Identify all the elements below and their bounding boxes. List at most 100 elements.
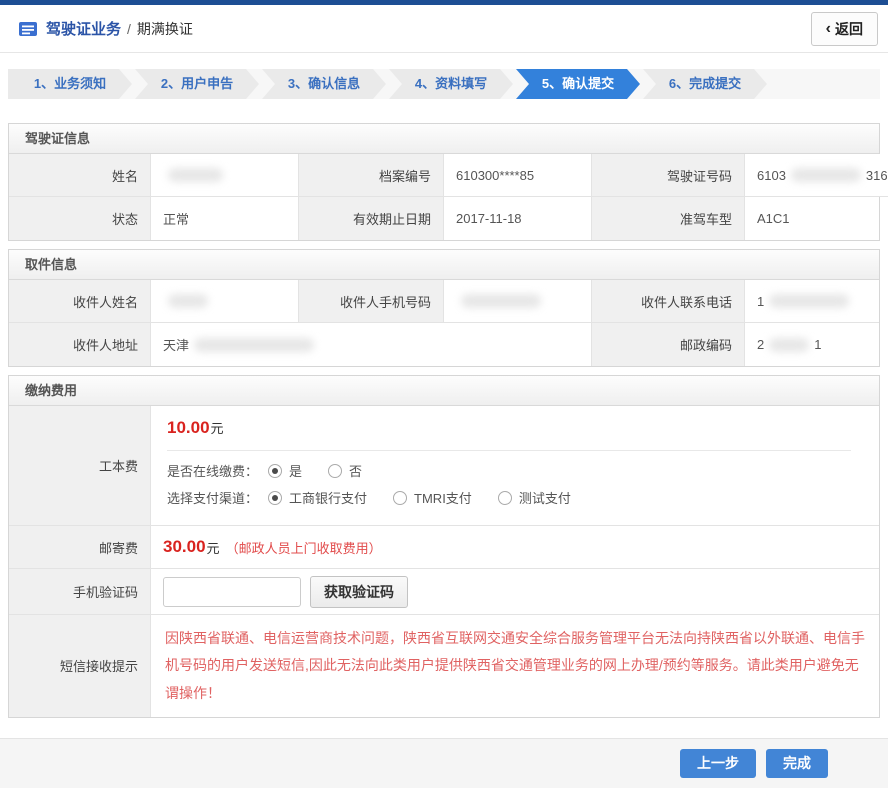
license-card-icon [18,21,38,37]
back-button-label: 返回 [835,19,863,39]
sms-notice-text: 因陕西省联通、电信运营商技术问题，陕西省互联网交通安全综合服务管理平台无法向持陕… [165,625,865,707]
production-fee-cell: 10.00元 是否在线缴费： 是 否 选择支付渠道： 工商银行支付 [151,406,879,526]
channel-test-label: 测试支付 [519,488,571,507]
postcode-suffix: 1 [814,337,821,352]
address-label: 收件人地址 [9,323,151,366]
license-no-value: 6103 3163X [745,154,888,197]
postcode-value: 2 1 [745,323,879,366]
production-fee-amount: 10.00 [167,418,210,437]
step-1-tab[interactable]: 1、业务须知 [8,69,132,99]
postcode-prefix: 2 [757,337,764,352]
step-2-tab[interactable]: 2、用户申告 [135,69,259,99]
radio-unchecked-icon[interactable] [328,464,342,478]
license-no-prefix: 6103 [757,168,786,183]
postcode-label: 邮政编码 [592,323,745,366]
finish-button[interactable]: 完成 [766,749,828,778]
channel-icbc-option[interactable]: 工商银行支付 [268,488,367,507]
channel-test-option[interactable]: 测试支付 [498,488,571,507]
channel-tmri-option[interactable]: TMRI支付 [393,488,472,507]
redacted-recipient-mobile [461,294,541,308]
license-no-suffix: 3163X [866,168,888,183]
recipient-phone-value: 1 [745,280,879,323]
redacted-name [168,168,223,182]
page-header: 驾驶证业务 / 期满换证 ‹ 返回 [0,5,888,53]
step-3-label: 3、确认信息 [288,76,360,91]
redacted-postcode [769,338,809,352]
step-wizard: 1、业务须知 2、用户申告 3、确认信息 4、资料填写 5、确认提交 6、完成提… [8,69,880,99]
sms-notice-cell: 因陕西省联通、电信运营商技术问题，陕西省互联网交通安全综合服务管理平台无法向持陕… [151,615,879,717]
production-fee-label: 工本费 [9,406,151,526]
fee-section-title: 缴纳费用 [9,376,879,406]
sms-code-label: 手机验证码 [9,569,151,615]
valid-until-value: 2017-11-18 [444,197,592,240]
recipient-mobile-value [444,280,592,323]
step-6-label: 6、完成提交 [669,76,741,91]
address-prefix: 天津 [163,335,189,354]
status-label: 状态 [9,197,151,240]
redacted-recipient-phone [769,294,849,308]
recipient-mobile-label: 收件人手机号码 [299,280,444,323]
step-4-tab[interactable]: 4、资料填写 [389,69,513,99]
online-pay-yes-option[interactable]: 是 [268,461,302,480]
sms-code-cell: 获取验证码 [151,569,879,615]
mail-fee-unit: 元 [207,538,220,557]
address-value: 天津 [151,323,592,366]
fee-divider [167,450,851,451]
archive-no-value: 610300****85 [444,154,592,197]
redacted-license-no [791,168,861,182]
radio-unchecked-icon[interactable] [393,491,407,505]
radio-unchecked-icon[interactable] [498,491,512,505]
redacted-recipient-name [168,294,208,308]
redacted-address [194,338,314,352]
license-section-title: 驾驶证信息 [9,124,879,154]
archive-no-label: 档案编号 [299,154,444,197]
pay-channel-row: 选择支付渠道： 工商银行支付 TMRI支付 测试支付 [167,488,879,507]
step-2-label: 2、用户申告 [161,76,233,91]
production-fee-amount-line: 10.00元 [167,418,879,438]
breadcrumb-current: 期满换证 [137,19,193,39]
online-pay-no-label: 否 [349,461,362,480]
online-pay-question-row: 是否在线缴费： 是 否 [167,461,879,480]
mail-fee-label: 邮寄费 [9,526,151,569]
recipient-phone-prefix: 1 [757,294,764,309]
previous-step-button[interactable]: 上一步 [680,749,756,778]
step-4-label: 4、资料填写 [415,76,487,91]
mail-fee-note: （邮政人员上门收取费用） [226,538,382,557]
step-3-tab[interactable]: 3、确认信息 [262,69,386,99]
vehicle-class-label: 准驾车型 [592,197,745,240]
fee-section: 缴纳费用 工本费 10.00元 是否在线缴费： 是 否 选择支付渠道： [8,375,880,718]
status-value: 正常 [151,197,299,240]
step-6-tab[interactable]: 6、完成提交 [643,69,767,99]
name-label: 姓名 [9,154,151,197]
radio-checked-icon[interactable] [268,491,282,505]
online-pay-question-label: 是否在线缴费： [167,461,258,480]
step-5-tab-active[interactable]: 5、确认提交 [516,69,640,99]
name-value [151,154,299,197]
valid-until-label: 有效期止日期 [299,197,444,240]
breadcrumb-separator: / [127,21,131,37]
pickup-section-title: 取件信息 [9,250,879,280]
back-button[interactable]: ‹ 返回 [811,12,878,46]
footer-action-bar: 上一步 完成 [0,738,888,788]
channel-tmri-label: TMRI支付 [414,488,472,507]
pay-channel-label: 选择支付渠道： [167,488,258,507]
online-pay-no-option[interactable]: 否 [328,461,362,480]
get-sms-code-button[interactable]: 获取验证码 [310,576,408,608]
pickup-info-section: 取件信息 收件人姓名 收件人手机号码 收件人联系电话 1 收件人地址 天津 邮政… [8,249,880,367]
step-1-label: 1、业务须知 [34,76,106,91]
channel-icbc-label: 工商银行支付 [289,488,367,507]
radio-checked-icon[interactable] [268,464,282,478]
recipient-name-label: 收件人姓名 [9,280,151,323]
mail-fee-amount: 30.00 [163,537,206,557]
vehicle-class-value: A1C1 [745,197,879,240]
license-info-section: 驾驶证信息 姓名 档案编号 610300****85 驾驶证号码 6103 31… [8,123,880,241]
step-5-label: 5、确认提交 [542,76,614,91]
recipient-name-value [151,280,299,323]
license-no-label: 驾驶证号码 [592,154,745,197]
production-fee-unit: 元 [211,421,224,436]
page-title: 驾驶证业务 [46,18,121,39]
sms-code-input[interactable] [163,577,301,607]
back-chevron-icon: ‹ [826,21,831,37]
sms-notice-label: 短信接收提示 [9,615,151,717]
mail-fee-value: 30.00元 （邮政人员上门收取费用） [151,526,879,569]
